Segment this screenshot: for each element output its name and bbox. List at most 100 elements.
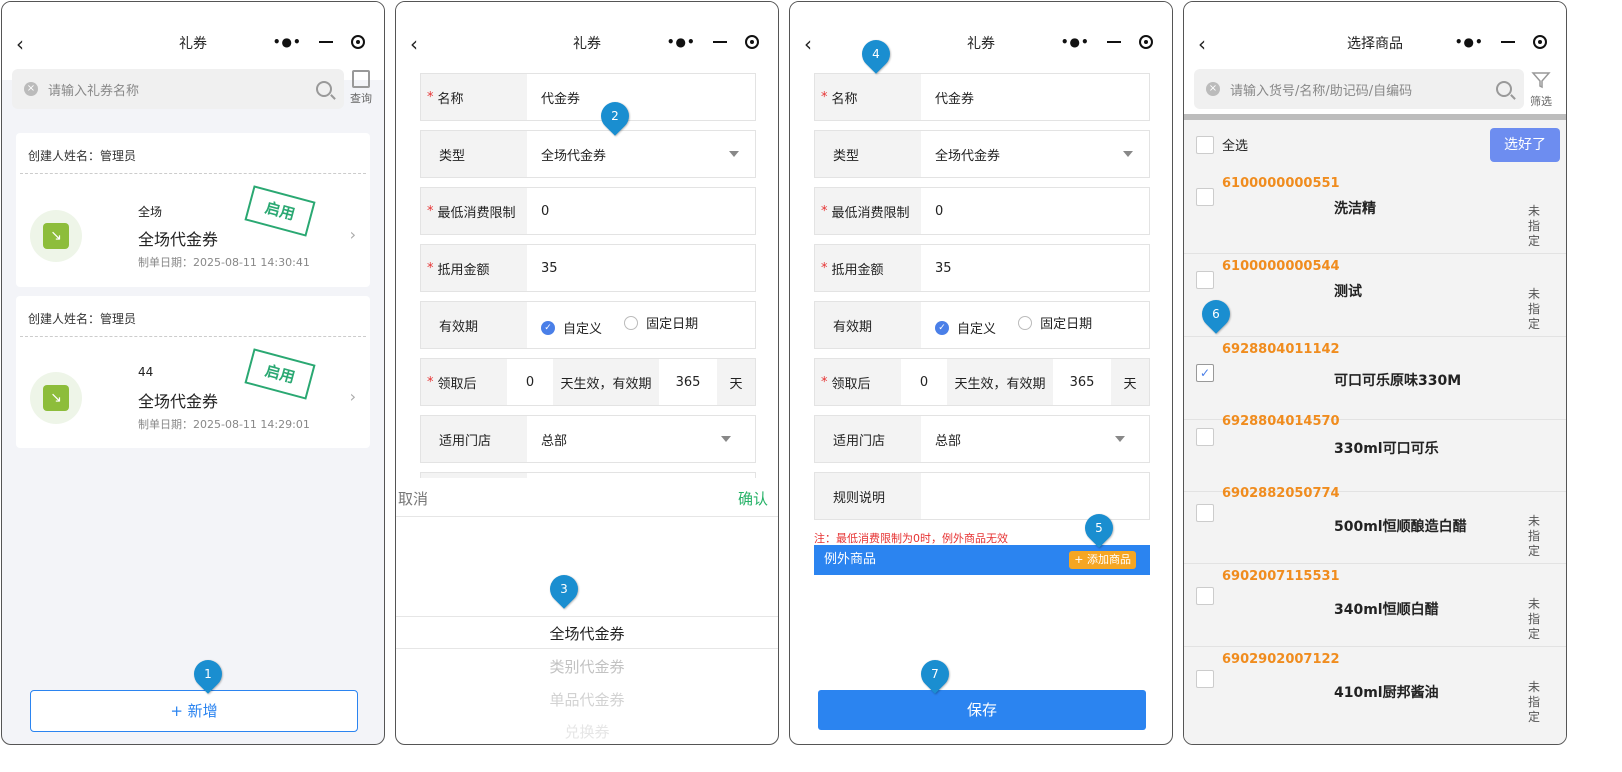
filter-button[interactable]: 筛选 (1530, 70, 1552, 109)
goods-list: 全选 选好了 6100000000551 洗洁精 未指定 61000000005… (1184, 120, 1566, 744)
store-row: 适用门店 总部 (814, 415, 1150, 463)
query-button[interactable]: 查询 (350, 70, 372, 106)
minimize-icon[interactable] (1501, 41, 1516, 43)
chevron-right-icon[interactable]: › (350, 387, 356, 406)
divider (20, 173, 366, 174)
min-spend-input[interactable]: 0 (527, 204, 755, 219)
type-select[interactable]: 全场代金券 (921, 145, 1123, 164)
name-label: * 名称 (421, 74, 527, 120)
list-item[interactable]: 6902882050774 500ml恒顺酿造白醋 未指定 (1184, 480, 1566, 564)
search-input[interactable]: 请输入货号/名称/助记码/自编码 (1230, 80, 1496, 99)
coupon-icon: ↘ (43, 385, 69, 411)
close-target-icon[interactable] (1533, 35, 1548, 49)
dropdown-arrow-icon[interactable] (1115, 436, 1125, 442)
radio-fixed-date[interactable]: 固定日期 (1018, 313, 1092, 332)
coupon-card[interactable]: 创建人姓名：管理员 ↘ 44 全场代金券 制单日期：2025-08-11 14:… (16, 296, 370, 448)
save-button[interactable]: 保存 (818, 690, 1146, 730)
name-input[interactable]: 代金券 (921, 88, 1149, 107)
store-select[interactable]: 总部 (527, 430, 721, 449)
item-code: 6902902007122 (1222, 652, 1340, 667)
item-checkbox[interactable] (1196, 271, 1214, 289)
search-input[interactable]: 请输入礼券名称 (48, 80, 316, 99)
list-item[interactable]: 6100000000551 洗洁精 未指定 (1184, 170, 1566, 254)
item-name: 洗洁精 (1334, 201, 1376, 217)
note-text: 注：最低消费限制为0时，例外商品无效 (814, 532, 1008, 545)
dropdown-arrow-icon[interactable] (1123, 151, 1133, 157)
minimize-icon[interactable] (1107, 41, 1122, 43)
minimize-icon[interactable] (713, 41, 728, 43)
divider (396, 516, 778, 517)
chevron-right-icon[interactable]: › (350, 225, 356, 244)
after-days-input[interactable]: 0 (901, 359, 947, 405)
item-checkbox[interactable] (1196, 428, 1214, 446)
type-select[interactable]: 全场代金券 (527, 145, 729, 164)
radio-custom[interactable]: ✓ 自定义 (541, 318, 602, 337)
close-target-icon[interactable] (1139, 35, 1154, 49)
picker-highlight-bottom (396, 648, 778, 649)
clear-icon[interactable]: × (24, 82, 38, 96)
effective-text: 天生效，有效期 (947, 359, 1053, 405)
coupon-card[interactable]: 创建人姓名：管理员 ↘ 全场 全场代金券 制单日期：2025-08-11 14:… (16, 133, 370, 287)
item-name: 测试 (1334, 284, 1362, 300)
item-checkbox[interactable] (1196, 188, 1214, 206)
item-checkbox[interactable] (1196, 504, 1214, 522)
after-receive-row: * 领取后 0 天生效，有效期 365 天 (420, 358, 756, 406)
item-code: 6902882050774 (1222, 486, 1340, 501)
picker-option[interactable]: 类别代金券 (396, 656, 778, 677)
list-item[interactable]: 6902007115531 340ml恒顺白醋 未指定 (1184, 563, 1566, 647)
validity-options: ✓ 自定义 固定日期 (921, 313, 1149, 337)
close-target-icon[interactable] (745, 35, 760, 49)
item-code: 6100000000544 (1222, 259, 1340, 274)
day-unit: 天 (717, 359, 755, 405)
query-label: 查询 (350, 92, 372, 105)
amount-input[interactable]: 35 (921, 261, 1149, 276)
add-button[interactable]: + 新增 (30, 690, 358, 732)
item-checkbox[interactable] (1196, 587, 1214, 605)
radio-checked-icon: ✓ (935, 320, 949, 335)
item-name: 500ml恒顺酿造白醋 (1334, 519, 1467, 535)
more-icon[interactable]: •●• (1061, 35, 1090, 49)
list-item[interactable]: 6902902007122 410ml厨邦酱油 未指定 (1184, 646, 1566, 729)
after-days-input[interactable]: 0 (507, 359, 553, 405)
radio-fixed-date[interactable]: 固定日期 (624, 313, 698, 332)
picker-confirm-button[interactable]: 确认 (738, 488, 768, 509)
min-spend-input[interactable]: 0 (921, 204, 1149, 219)
search-icon[interactable] (1496, 81, 1512, 97)
valid-days-input[interactable]: 365 (1053, 359, 1111, 405)
validity-row: 有效期 ✓ 自定义 固定日期 (420, 301, 756, 349)
select-all-checkbox[interactable] (1196, 136, 1214, 154)
type-label: 类型 (815, 131, 921, 177)
more-icon[interactable]: •●• (1455, 35, 1484, 49)
add-button-label: 新增 (187, 702, 218, 720)
radio-custom[interactable]: ✓ 自定义 (935, 318, 996, 337)
minimize-icon[interactable] (319, 41, 334, 43)
more-icon[interactable]: •●• (273, 35, 302, 49)
name-row: * 名称 代金券 (420, 73, 756, 121)
partial-label (421, 473, 527, 478)
list-item[interactable]: 6100000000544 测试 未指定 (1184, 253, 1566, 337)
dropdown-arrow-icon[interactable] (721, 436, 731, 442)
name-input[interactable]: 代金券 (527, 88, 755, 107)
done-button[interactable]: 选好了 (1490, 128, 1560, 162)
miniprogram-capsule: •●• (1052, 28, 1162, 56)
more-icon[interactable]: •●• (667, 35, 696, 49)
amount-input[interactable]: 35 (527, 261, 755, 276)
search-box[interactable]: × 请输入礼券名称 (12, 69, 344, 109)
item-checkbox-checked[interactable]: ✓ (1196, 364, 1214, 382)
coupon-name: 全场代金券 (138, 230, 219, 249)
dropdown-arrow-icon[interactable] (729, 151, 739, 157)
item-status: 未指定 (1528, 514, 1541, 558)
picker-option[interactable]: 全场代金券 (396, 623, 778, 644)
item-name: 410ml厨邦酱油 (1334, 685, 1439, 701)
picker-cancel-button[interactable]: 取消 (398, 488, 428, 509)
picker-option[interactable]: 单品代金券 (396, 689, 778, 710)
item-checkbox[interactable] (1196, 670, 1214, 688)
picker-option[interactable]: 兑换券 (396, 721, 778, 742)
store-select[interactable]: 总部 (921, 430, 1115, 449)
search-icon[interactable] (316, 81, 332, 97)
close-target-icon[interactable] (351, 35, 366, 49)
valid-days-input[interactable]: 365 (659, 359, 717, 405)
add-goods-button[interactable]: + 添加商品 (1069, 551, 1136, 569)
search-box[interactable]: × 请输入货号/名称/助记码/自编码 (1194, 69, 1524, 109)
clear-icon[interactable]: × (1206, 82, 1220, 96)
